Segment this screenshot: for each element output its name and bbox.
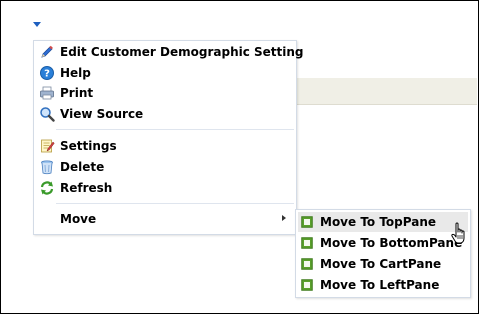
submenu-item-move-to-cartpane[interactable]: Move To CartPane [298, 254, 468, 274]
magnifier-icon [40, 107, 55, 122]
submenu-item-label: Move To CartPane [320, 257, 442, 271]
submenu-arrow-icon [282, 215, 286, 221]
printer-icon [40, 86, 54, 100]
background-pane-header [296, 78, 477, 104]
menu-item-label: View Source [60, 107, 144, 121]
menu-item-label: Help [60, 66, 91, 80]
pane-icon [301, 258, 313, 270]
refresh-icon [40, 181, 54, 195]
menu-item-label: Refresh [60, 181, 113, 195]
menu-separator [56, 203, 294, 204]
menu-separator [56, 129, 294, 130]
submenu-item-label: Move To LeftPane [320, 278, 440, 292]
submenu-item-move-to-toppane[interactable]: Move To TopPane [298, 212, 468, 232]
submenu-item-label: Move To BottomPane [320, 236, 463, 250]
menu-item-delete[interactable]: Delete [36, 157, 294, 177]
menu-item-label: Move [60, 212, 97, 226]
help-icon: ? [40, 66, 54, 80]
menu-item-label: Print [60, 86, 94, 100]
submenu-item-move-to-leftpane[interactable]: Move To LeftPane [298, 275, 468, 295]
pencil-icon [41, 45, 53, 58]
pane-icon [301, 279, 313, 291]
menu-item-settings[interactable]: Settings [36, 136, 294, 156]
menu-item-print[interactable]: Print [36, 83, 294, 103]
menu-item-refresh[interactable]: Refresh [36, 178, 294, 198]
menu-item-edit-customer-demographic-setting[interactable]: Edit Customer Demographic Setting [36, 42, 304, 62]
trash-icon [41, 160, 53, 175]
svg-text:?: ? [44, 69, 50, 80]
submenu-item-move-to-bottompane[interactable]: Move To BottomPane [298, 233, 468, 253]
menu-item-view-source[interactable]: View Source [36, 104, 294, 124]
menu-item-label: Settings [60, 139, 117, 153]
menu-item-help[interactable]: ? Help [36, 63, 294, 83]
pane-icon [301, 216, 313, 228]
menu-item-label: Edit Customer Demographic Setting [60, 45, 304, 59]
submenu-item-label: Move To TopPane [320, 215, 437, 229]
menu-item-move[interactable]: Move [36, 209, 294, 229]
background-divider [296, 104, 477, 105]
move-submenu: Move To TopPane Move To BottomPane Move … [295, 209, 471, 298]
pane-icon [301, 237, 313, 249]
settings-notepad-icon [41, 139, 55, 153]
hand-pointer-cursor-icon [451, 222, 465, 244]
menu-item-label: Delete [60, 160, 105, 174]
menu-dropdown-icon[interactable] [32, 20, 42, 28]
context-menu: Edit Customer Demographic Setting ? Help… [33, 40, 304, 235]
